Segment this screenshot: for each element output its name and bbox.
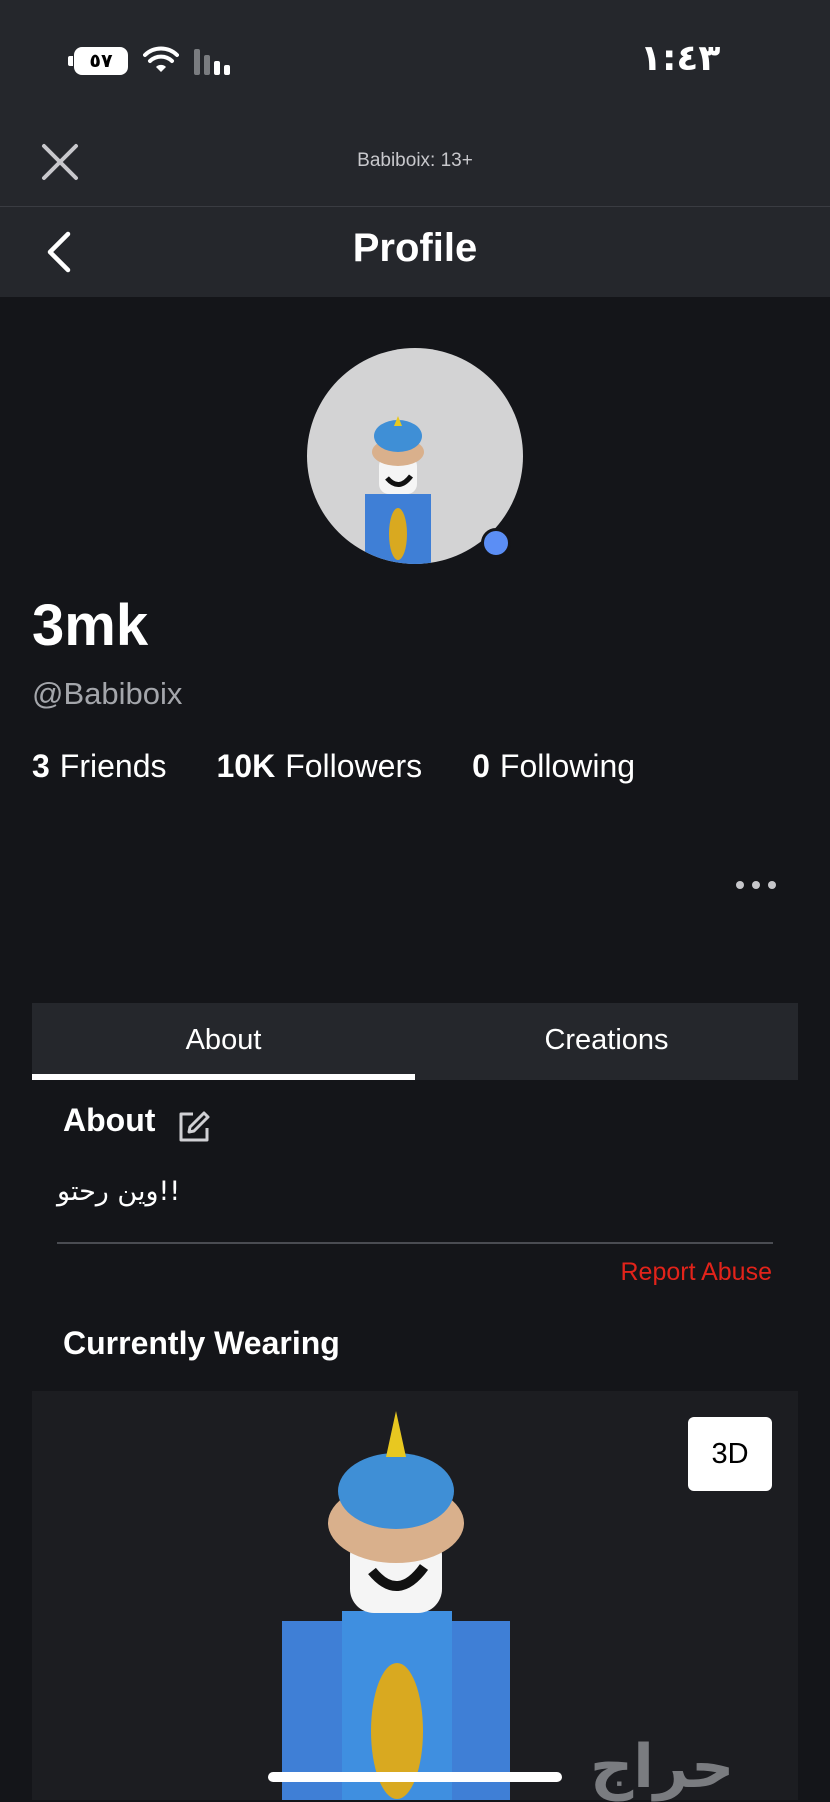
more-dot bbox=[768, 881, 776, 889]
more-options-icon[interactable] bbox=[736, 870, 776, 900]
home-indicator[interactable] bbox=[268, 1772, 562, 1782]
tab-creations[interactable]: Creations bbox=[415, 1003, 798, 1080]
experience-age-label: Babiboix: 13+ bbox=[357, 150, 473, 171]
battery-tip bbox=[68, 56, 73, 66]
following-count: 0 bbox=[472, 748, 490, 784]
tab-about[interactable]: About bbox=[32, 1003, 415, 1080]
following-stat[interactable]: 0 Following bbox=[472, 748, 635, 785]
wifi-icon bbox=[143, 46, 179, 72]
page-title: Profile bbox=[352, 226, 478, 270]
battery-icon: ٥٧ bbox=[74, 47, 128, 75]
profile-tabs: About Creations bbox=[32, 1003, 798, 1080]
followers-count: 10K bbox=[216, 748, 276, 784]
following-label: Following bbox=[499, 748, 636, 784]
followers-label: Followers bbox=[285, 748, 423, 784]
divider bbox=[57, 1242, 773, 1244]
more-dot bbox=[752, 881, 760, 889]
status-time: ١:٤٣ bbox=[640, 38, 721, 79]
edit-icon[interactable] bbox=[175, 1108, 213, 1146]
friends-stat[interactable]: 3 Friends bbox=[32, 748, 167, 785]
friends-label: Friends bbox=[59, 748, 167, 784]
more-dot bbox=[736, 881, 744, 889]
view-3d-button[interactable]: 3D bbox=[688, 1417, 772, 1491]
profile-stats: 3 Friends 10K Followers 0 Following bbox=[32, 748, 685, 785]
watermark-logo: حراج bbox=[590, 1732, 735, 1802]
username: @Babiboix bbox=[32, 676, 183, 711]
friends-count: 3 bbox=[32, 748, 50, 784]
about-title: About bbox=[63, 1102, 156, 1138]
online-status-indicator bbox=[481, 528, 511, 558]
report-abuse-link[interactable]: Report Abuse bbox=[621, 1258, 773, 1287]
currently-wearing-title: Currently Wearing bbox=[63, 1325, 340, 1361]
followers-stat[interactable]: 10K Followers bbox=[217, 748, 423, 785]
about-description: !!وين رحتو bbox=[57, 1176, 181, 1207]
cellular-signal-icon bbox=[194, 49, 230, 75]
display-name: 3mk bbox=[32, 593, 149, 658]
